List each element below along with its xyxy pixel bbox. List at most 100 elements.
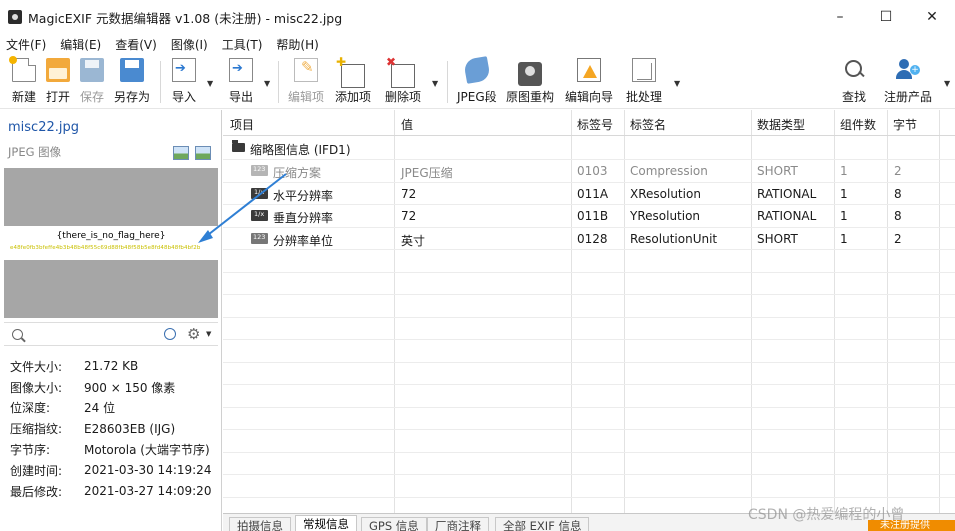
- column-header-tag-number[interactable]: 标签号: [577, 116, 613, 133]
- column-header-data-type[interactable]: 数据类型: [757, 116, 805, 133]
- tab-gps-info[interactable]: GPS 信息: [361, 517, 427, 531]
- fraction-tag-icon: [251, 210, 268, 221]
- user-add-icon: +: [896, 58, 920, 82]
- add-item-label: 添加项: [335, 90, 372, 104]
- close-button[interactable]: ✕: [909, 0, 955, 34]
- menu-help[interactable]: 帮助(H): [276, 36, 318, 53]
- open-button[interactable]: 打开: [46, 58, 70, 106]
- info-row: 压缩指纹: E28603EB (IJG): [10, 421, 176, 437]
- table-row[interactable]: 压缩方案 JPEG压缩 0103 Compression SHORT 1 2: [223, 160, 955, 183]
- info-row: 文件大小: 21.72 KB: [10, 359, 139, 374]
- table-row[interactable]: 垂直分辨率 72 011B YResolution RATIONAL 1 8: [223, 205, 955, 228]
- app-icon: [8, 10, 22, 24]
- batch-icon: [632, 58, 656, 82]
- image-preview: {there_is_no_flag_here} e48fe0fb3bfeffe4…: [4, 168, 218, 318]
- search-icon: [842, 58, 866, 82]
- save-as-icon: [120, 58, 144, 82]
- delete-dropdown-icon[interactable]: ▼: [432, 79, 438, 88]
- import-dropdown-icon[interactable]: ▼: [207, 79, 213, 88]
- preview-text: {there_is_no_flag_here}: [56, 231, 166, 241]
- add-icon: [336, 55, 365, 88]
- edit-wizard-button[interactable]: 编辑向导: [565, 58, 613, 106]
- window-title: MagicEXIF 元数据编辑器 v1.08 (未注册) - misc22.jp…: [28, 10, 343, 26]
- preview-image-content: {there_is_no_flag_here} e48fe0fb3bfeffe4…: [4, 226, 218, 260]
- save-label: 保存: [80, 90, 105, 104]
- export-dropdown-icon[interactable]: ▼: [264, 79, 270, 88]
- column-header-bytes[interactable]: 字节: [893, 116, 917, 133]
- zoom-icon[interactable]: [164, 328, 176, 340]
- info-row: 创建时间: 2021-03-30 14:19:24: [10, 463, 212, 478]
- toolbar-separator: [447, 61, 448, 103]
- menu-edit[interactable]: 编辑(E): [60, 36, 101, 53]
- column-header-value[interactable]: 值: [401, 116, 413, 133]
- toolbar-separator: [160, 61, 161, 103]
- delete-item-label: 删除项: [385, 90, 422, 104]
- open-label: 打开: [46, 90, 71, 104]
- gear-icon[interactable]: ⚙: [187, 325, 200, 343]
- save-as-label: 另存为: [114, 90, 151, 104]
- maximize-button[interactable]: ☐: [863, 0, 909, 34]
- tab-all-exif[interactable]: 全部 EXIF 信息: [495, 517, 590, 531]
- find-button[interactable]: 查找: [842, 58, 866, 106]
- menu-view[interactable]: 查看(V): [115, 36, 157, 53]
- table-row: [223, 318, 955, 340]
- column-header-tag-name[interactable]: 标签名: [630, 116, 666, 133]
- batch-label: 批处理: [626, 90, 663, 104]
- table-row: [223, 408, 955, 430]
- search-input[interactable]: ⚙ ▼: [4, 322, 218, 346]
- metadata-table: 项目 值 标签号 标签名 数据类型 组件数 字节 缩略图信息 (IFD1) 压缩…: [223, 110, 955, 513]
- save-as-button[interactable]: 另存为: [114, 58, 150, 106]
- batch-dropdown-icon[interactable]: ▼: [674, 79, 680, 88]
- find-label: 查找: [842, 90, 867, 104]
- delete-item-button[interactable]: 删除项: [385, 55, 422, 106]
- tab-general-info[interactable]: 常规信息: [295, 515, 357, 531]
- import-button[interactable]: 导入: [172, 58, 196, 106]
- menu-file[interactable]: 文件(F): [6, 36, 46, 53]
- edit-item-button[interactable]: 编辑项: [288, 58, 324, 106]
- edit-wizard-label: 编辑向导: [565, 90, 614, 104]
- import-icon: [172, 58, 196, 82]
- import-label: 导入: [172, 90, 197, 104]
- register-dropdown-icon[interactable]: ▼: [944, 79, 950, 88]
- fraction-tag-icon: [251, 187, 268, 199]
- file-info-panel: misc22.jpg JPEG 图像 {there_is_no_flag_her…: [0, 110, 222, 531]
- info-row: 图像大小: 900 × 150 像素: [10, 380, 176, 395]
- preview-subtext: e48fe0fb3bfeffe4b3b48b48f55c69d88fb48f58…: [10, 245, 201, 251]
- tab-maker-notes[interactable]: 厂商注释: [427, 517, 489, 531]
- table-row[interactable]: 分辨率单位 英寸 0128 ResolutionUnit SHORT 1 2: [223, 228, 955, 250]
- edit-item-label: 编辑项: [288, 90, 325, 104]
- column-header-item[interactable]: 项目: [230, 116, 254, 133]
- wizard-icon: [577, 58, 601, 82]
- table-row: [223, 273, 955, 295]
- batch-button[interactable]: 批处理: [626, 58, 662, 106]
- table-row: [223, 340, 955, 363]
- save-button[interactable]: 保存: [80, 58, 104, 106]
- new-button[interactable]: 新建: [9, 56, 36, 106]
- table-group-row[interactable]: 缩略图信息 (IFD1): [223, 137, 955, 160]
- add-item-button[interactable]: 添加项: [335, 55, 372, 106]
- toolbar: 新建 打开 保存 另存为 导入 ▼ 导出 ▼ 编辑项 添加项 删除项 ▼ JPE…: [0, 55, 955, 109]
- table-row[interactable]: 水平分辨率 72 011A XResolution RATIONAL 1 8: [223, 183, 955, 205]
- rebuild-original-label: 原图重构: [506, 90, 555, 104]
- status-badge: 未注册提供: [868, 520, 955, 531]
- table-row: [223, 453, 955, 475]
- save-icon: [80, 58, 104, 82]
- register-button[interactable]: + 注册产品: [884, 58, 932, 106]
- chevron-down-icon[interactable]: ▼: [206, 330, 211, 338]
- minimize-button[interactable]: –: [817, 0, 863, 34]
- menu-image[interactable]: 图像(I): [171, 36, 208, 53]
- view-image-icon[interactable]: [195, 146, 211, 160]
- view-thumbnail-icon[interactable]: [173, 146, 189, 160]
- table-row: [223, 385, 955, 408]
- column-header-count[interactable]: 组件数: [840, 116, 876, 133]
- open-folder-icon: [46, 58, 70, 82]
- export-button[interactable]: 导出: [229, 58, 253, 106]
- jpeg-segment-button[interactable]: JPEG段: [457, 56, 497, 106]
- menu-tools[interactable]: 工具(T): [222, 36, 263, 53]
- file-properties: 文件大小: 21.72 KB 图像大小: 900 × 150 像素 位深度: 24 位…: [10, 356, 211, 502]
- table-row: [223, 430, 955, 453]
- rebuild-original-button[interactable]: 原图重构: [506, 58, 554, 106]
- jpeg-segment-label: JPEG段: [457, 90, 497, 104]
- table-header: 项目 值 标签号 标签名 数据类型 组件数 字节: [223, 110, 955, 136]
- tab-shooting-info[interactable]: 拍摄信息: [229, 517, 291, 531]
